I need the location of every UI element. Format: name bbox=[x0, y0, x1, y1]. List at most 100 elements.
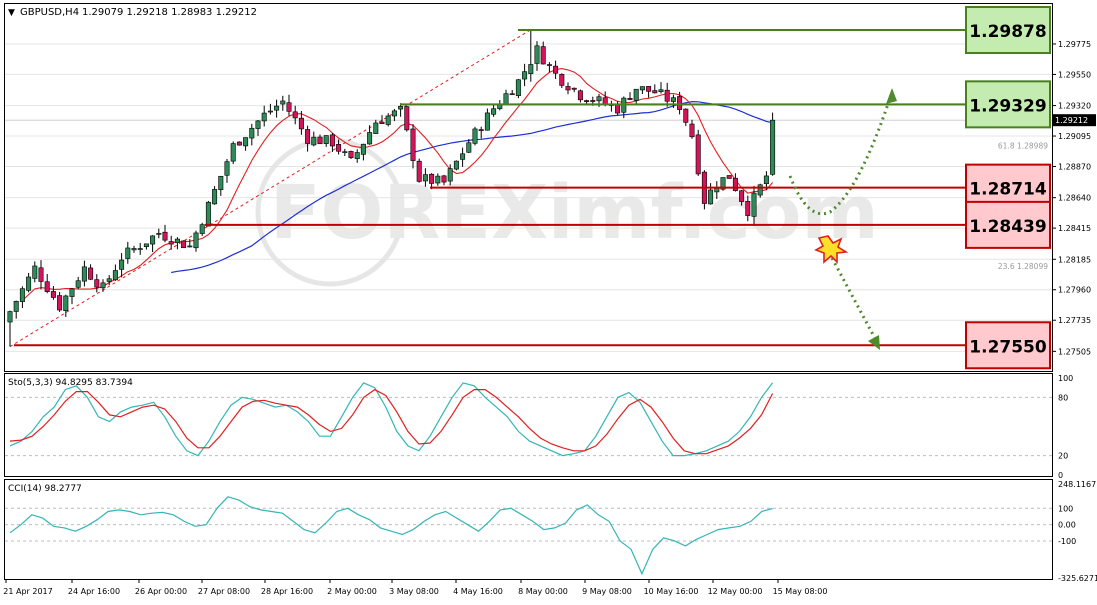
candle-body bbox=[565, 86, 571, 91]
candle-body bbox=[590, 100, 596, 102]
candle-body bbox=[410, 128, 416, 161]
candle bbox=[472, 126, 478, 146]
candle-body bbox=[7, 311, 13, 323]
candle bbox=[305, 125, 311, 152]
candle bbox=[44, 273, 50, 294]
candle bbox=[168, 235, 174, 250]
candle-body bbox=[236, 141, 242, 146]
candle bbox=[57, 291, 63, 312]
price-tick-label: 1.28640 bbox=[1058, 194, 1091, 203]
candle-body bbox=[689, 123, 695, 138]
candle-body bbox=[633, 88, 639, 101]
candle-body bbox=[112, 270, 118, 281]
stoch-tick-label: 20 bbox=[1058, 452, 1068, 461]
level-box-label: 1.29878 bbox=[969, 22, 1046, 42]
candle bbox=[88, 264, 94, 281]
candle bbox=[255, 119, 261, 136]
candle-body bbox=[26, 276, 32, 291]
candle-body bbox=[274, 105, 280, 111]
stoch-tick-label: 0 bbox=[1058, 471, 1063, 480]
candle bbox=[274, 99, 280, 118]
candle-body bbox=[81, 266, 87, 282]
candle-body bbox=[435, 175, 441, 184]
resistance-level-box: 1.29329 bbox=[965, 80, 1051, 129]
candle-body bbox=[466, 142, 472, 153]
candle bbox=[193, 230, 199, 252]
candle-body bbox=[683, 108, 689, 123]
key-levels bbox=[14, 29, 966, 347]
price-tick-label: 1.28870 bbox=[1058, 163, 1091, 172]
fib-level-label: 23.6 1.28099 bbox=[998, 262, 1048, 271]
candle-body bbox=[416, 160, 422, 182]
candle-body bbox=[286, 102, 292, 112]
time-tick-label: 27 Apr 08:00 bbox=[198, 587, 250, 596]
candle-body bbox=[168, 241, 174, 245]
candle bbox=[689, 119, 695, 139]
candle-body bbox=[88, 267, 94, 280]
level-box-label: 1.27550 bbox=[969, 337, 1047, 357]
candle-body bbox=[398, 105, 404, 110]
candle bbox=[348, 150, 354, 159]
candle bbox=[540, 41, 546, 65]
candle-body bbox=[379, 121, 385, 124]
candle bbox=[652, 84, 658, 94]
stoch-tick-label: 100 bbox=[1058, 374, 1073, 383]
price-tick-label: 1.27505 bbox=[1058, 347, 1091, 356]
candle bbox=[367, 125, 373, 145]
candle-body bbox=[385, 115, 391, 125]
candle bbox=[460, 147, 466, 167]
stoch-tick-label: 80 bbox=[1058, 393, 1068, 402]
candle-body bbox=[267, 110, 273, 113]
candle bbox=[553, 60, 559, 80]
candle-body bbox=[360, 143, 366, 155]
candle bbox=[720, 177, 726, 191]
current-price-label: 1.29212 bbox=[1055, 116, 1088, 125]
candle bbox=[478, 126, 484, 139]
candle bbox=[230, 141, 236, 165]
candle bbox=[249, 123, 255, 146]
candle-body bbox=[559, 73, 565, 86]
time-tick-label: 12 May 00:00 bbox=[708, 587, 763, 596]
candle bbox=[683, 108, 689, 126]
candle bbox=[286, 94, 292, 116]
down-scenario-arrow bbox=[830, 257, 880, 345]
candle-body bbox=[546, 64, 552, 66]
candle-body bbox=[534, 45, 540, 64]
candle bbox=[38, 260, 44, 290]
candle-body bbox=[484, 112, 490, 131]
candle-body bbox=[218, 175, 224, 191]
candle bbox=[75, 276, 81, 290]
candle bbox=[354, 149, 360, 163]
candle bbox=[528, 29, 534, 82]
candle bbox=[162, 224, 168, 243]
price-tick-label: 1.28185 bbox=[1058, 255, 1091, 264]
candle-body bbox=[708, 189, 714, 205]
price-tick-label: 1.29775 bbox=[1058, 40, 1091, 49]
cci-title: CCI(14) 98.2777 bbox=[8, 484, 82, 494]
candle bbox=[571, 87, 577, 93]
time-tick-label: 3 May 08:00 bbox=[389, 587, 439, 596]
price-grid bbox=[5, 43, 1052, 352]
candle-body bbox=[745, 201, 751, 216]
time-tick-label: 9 May 08:00 bbox=[582, 587, 632, 596]
candle bbox=[150, 235, 156, 253]
candle bbox=[577, 89, 583, 103]
candle bbox=[491, 104, 497, 117]
candle-body bbox=[94, 279, 100, 288]
candle-body bbox=[150, 235, 156, 245]
candle bbox=[81, 260, 87, 287]
candle-body bbox=[193, 232, 199, 249]
candle bbox=[627, 92, 633, 101]
candle bbox=[261, 105, 267, 127]
cci-tick-label: 0.00 bbox=[1058, 521, 1076, 530]
breakout-burst-icon bbox=[814, 235, 849, 264]
candle-body bbox=[528, 64, 534, 74]
candle-body bbox=[429, 173, 435, 184]
candle bbox=[565, 82, 571, 95]
candle bbox=[199, 222, 205, 236]
candle bbox=[658, 82, 664, 94]
candle-body bbox=[100, 282, 106, 289]
candle-body bbox=[732, 177, 738, 191]
chart-symbol: GBPUSD,H4 bbox=[20, 7, 79, 18]
level-box-label: 1.29329 bbox=[969, 96, 1046, 116]
